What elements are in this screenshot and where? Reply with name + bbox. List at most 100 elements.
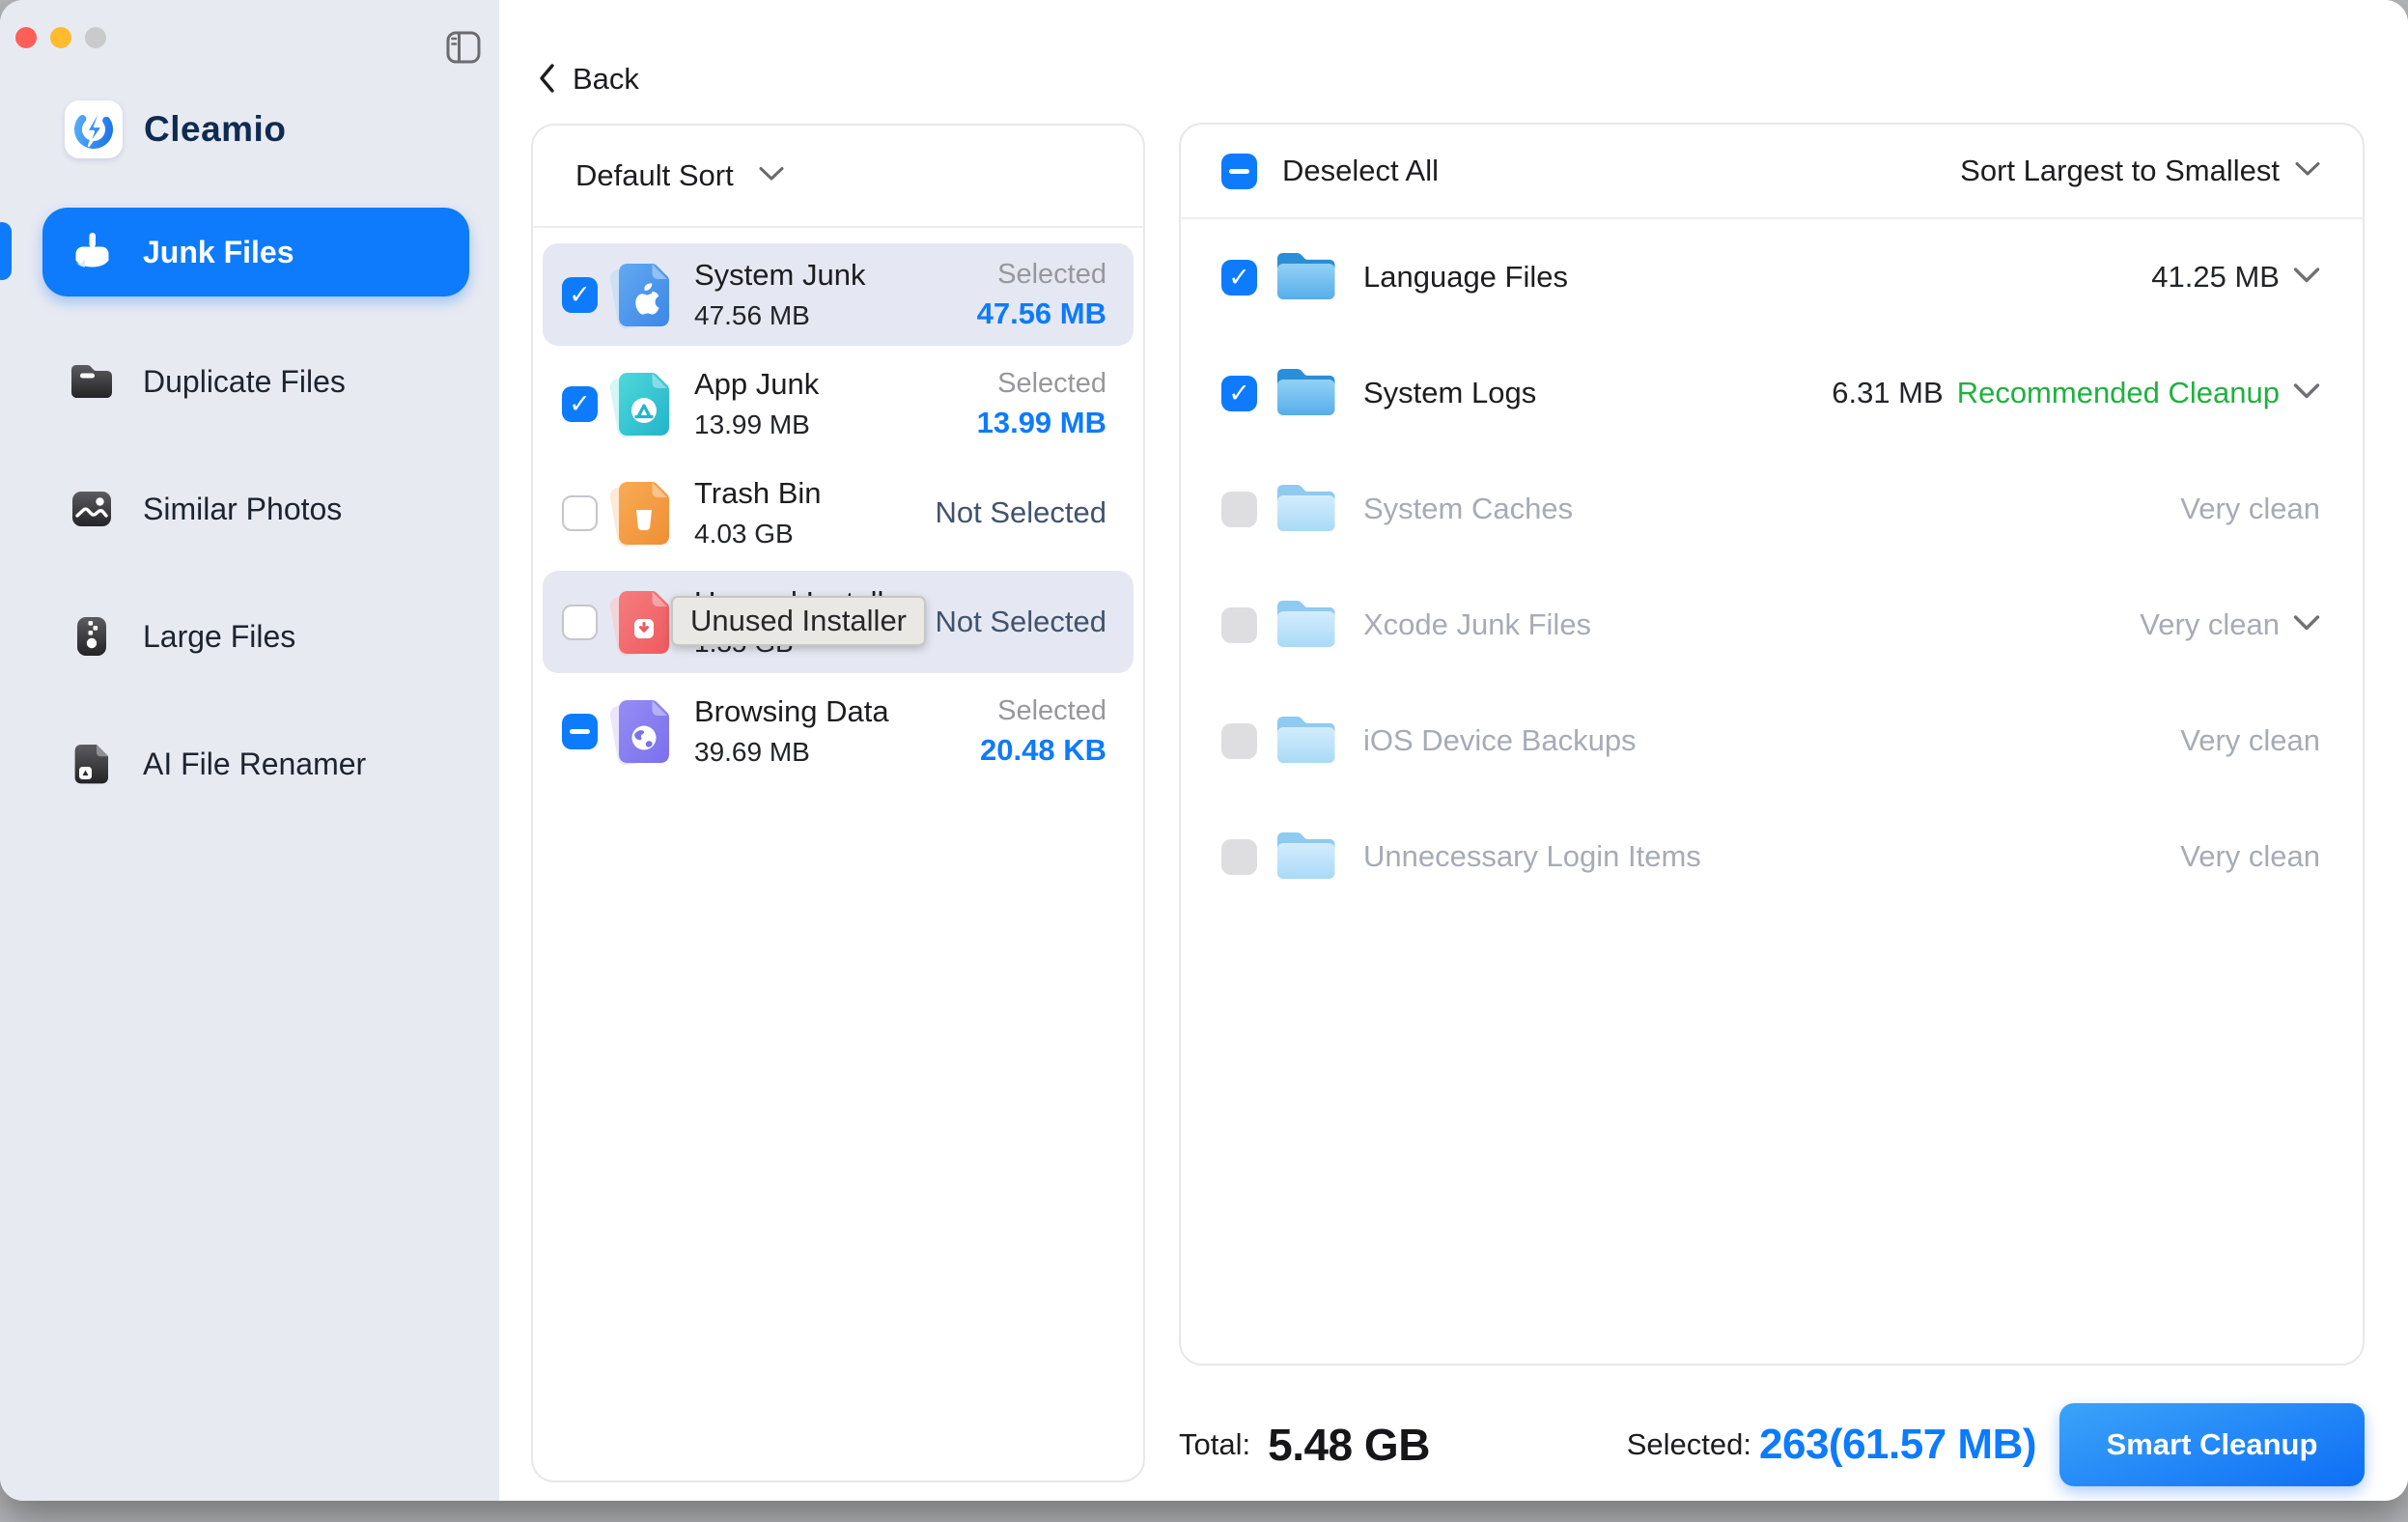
folder-icon [1276,250,1336,305]
back-button[interactable]: Back [538,62,639,97]
app-logo-icon [65,100,123,158]
sidebar-item-label: Junk Files [143,235,294,270]
detail-name: Unnecessary Login Items [1363,839,1701,874]
item-name: Browsing Data [694,694,889,729]
item-selected-size: 47.56 MB [977,296,1106,331]
unused-installer-checkbox[interactable] [562,605,598,640]
sidebar-item-label: AI File Renamer [143,747,366,782]
summary-bar: Total: 5.48 GB Selected: 263(61.57 MB) S… [1179,1400,2365,1489]
detail-name: Xcode Junk Files [1363,607,1591,642]
detail-row-xcode-junk-files[interactable]: Xcode Junk Files Very clean [1181,567,2363,683]
login-items-checkbox [1221,839,1257,875]
xcode-junk-checkbox [1221,607,1257,643]
list-item-trash-bin[interactable]: Trash Bin 4.03 GB Not Selected [543,462,1134,564]
junk-details-panel: Deselect All Sort Largest to Smallest [1179,123,2365,1366]
chevron-down-icon [2293,382,2320,405]
category-list: System Junk 47.56 MB Selected 47.56 MB [533,228,1143,782]
sidebar-item-duplicate-files[interactable]: Duplicate Files [42,337,469,426]
detail-name: System Logs [1363,376,1536,410]
detail-status: Very clean [2180,839,2320,874]
sidebar-item-ai-file-renamer[interactable]: AI File Renamer [42,719,469,808]
chevron-down-icon [759,166,784,186]
broom-icon [70,230,114,274]
window-controls [15,27,106,48]
system-caches-checkbox [1221,492,1257,527]
default-sort-dropdown[interactable]: Default Sort [533,126,1143,226]
chevron-down-icon [2293,267,2320,289]
detail-status: Very clean [2180,723,2320,758]
item-size: 39.69 MB [694,737,889,768]
detail-name: System Caches [1363,492,1573,526]
photos-icon [70,487,114,531]
language-files-checkbox[interactable] [1221,260,1257,296]
item-size: 4.03 GB [694,519,822,550]
smart-cleanup-button[interactable]: Smart Cleanup [2059,1403,2365,1486]
detail-row-system-caches[interactable]: System Caches Very clean [1181,451,2363,567]
detail-row-unnecessary-login-items[interactable]: Unnecessary Login Items Very clean [1181,799,2363,915]
detail-status: Very clean [2140,607,2280,642]
app-junk-checkbox[interactable] [562,386,598,422]
close-button[interactable] [15,27,37,48]
folder-icon [1276,366,1336,421]
item-size: 47.56 MB [694,300,865,331]
app-name: Cleamio [144,109,286,150]
sidebar-item-junk-files[interactable]: Junk Files [42,208,469,296]
item-selected-size: 13.99 MB [977,406,1106,440]
detail-row-ios-device-backups[interactable]: iOS Device Backups Very clean [1181,683,2363,799]
minimize-button[interactable] [50,27,71,48]
total-label: Total: [1179,1427,1250,1462]
apple-doc-icon [617,262,671,327]
total-value: 5.48 GB [1268,1419,1430,1471]
folder-icon [1276,598,1336,653]
folder-icon [1276,830,1336,885]
folder-icon [1276,482,1336,537]
deselect-all-checkbox[interactable] [1221,154,1257,189]
list-item-system-junk[interactable]: System Junk 47.56 MB Selected 47.56 MB [543,243,1134,346]
trash-doc-icon [617,480,671,546]
list-item-app-junk[interactable]: App Junk 13.99 MB Selected 13.99 MB [543,352,1134,455]
zip-file-icon [70,614,114,659]
item-status: Not Selected [936,495,1107,530]
browsing-data-checkbox[interactable] [562,714,598,749]
back-label: Back [573,62,639,97]
main-content: Back Default Sort [499,0,2408,1501]
installer-doc-icon [617,589,671,655]
sidebar-item-label: Large Files [143,619,295,655]
system-logs-checkbox[interactable] [1221,376,1257,411]
detail-row-language-files[interactable]: Language Files 41.25 MB [1181,219,2363,335]
list-item-browsing-data[interactable]: Browsing Data 39.69 MB Selected 20.48 KB [543,680,1134,782]
sidebar-toggle-button[interactable] [445,29,482,66]
deselect-all-label: Deselect All [1282,154,1439,188]
item-status: Selected [977,259,1106,291]
duplicate-folder-icon [70,359,114,404]
junk-categories-panel: Default Sort [531,124,1145,1482]
tooltip: Unused Installer [671,596,926,646]
recommended-cleanup-label: Recommended Cleanup [1957,376,2280,410]
default-sort-label: Default Sort [575,158,734,193]
item-size: 13.99 MB [694,409,819,440]
rename-file-icon [70,742,114,786]
detail-size: 6.31 MB [1832,376,1943,410]
item-status: Not Selected [936,605,1107,639]
sort-dropdown[interactable]: Sort Largest to Smallest [1960,154,2320,188]
item-name: System Junk [694,258,865,293]
trash-bin-checkbox[interactable] [562,495,598,531]
item-selected-size: 20.48 KB [980,733,1106,768]
item-status: Selected [980,695,1106,727]
detail-row-system-logs[interactable]: System Logs 6.31 MB Recommended Cleanup [1181,335,2363,451]
browser-doc-icon [617,698,671,764]
sidebar-item-large-files[interactable]: Large Files [42,592,469,681]
selected-value: 263(61.57 MB) [1759,1421,2036,1469]
folder-icon [1276,714,1336,769]
item-name: Trash Bin [694,476,822,511]
selected-label: Selected: [1627,1427,1751,1462]
detail-name: Language Files [1363,260,1568,295]
detail-name: iOS Device Backups [1363,723,1637,758]
screen: Cleamio Junk Files [0,0,2408,1522]
details-header: Deselect All Sort Largest to Smallest [1181,125,2363,217]
system-junk-checkbox[interactable] [562,277,598,313]
appstore-doc-icon [617,371,671,437]
zoom-button[interactable] [85,27,106,48]
sidebar-item-similar-photos[interactable]: Similar Photos [42,465,469,553]
sidebar: Cleamio Junk Files [0,0,499,1501]
